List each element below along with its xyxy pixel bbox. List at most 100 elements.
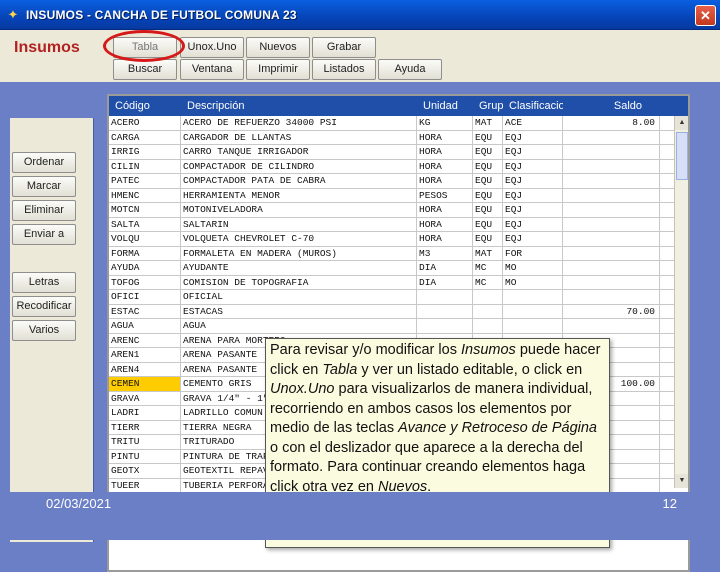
table-cell[interactable]: CARGADOR DE LLANTAS xyxy=(181,130,417,144)
table-cell[interactable]: EQJ xyxy=(503,203,563,217)
table-cell[interactable]: EQU xyxy=(473,159,503,173)
table-cell[interactable] xyxy=(563,319,660,333)
table-cell[interactable]: MOTCN xyxy=(109,203,181,217)
table-cell[interactable]: AREN4 xyxy=(109,362,181,376)
table-cell[interactable]: MO xyxy=(503,261,563,275)
table-cell[interactable]: EQJ xyxy=(503,217,563,231)
table-cell[interactable] xyxy=(563,232,660,246)
table-cell[interactable]: TUEER xyxy=(109,478,181,492)
recodificar-button[interactable]: Recodificar xyxy=(12,296,76,317)
table-cell[interactable]: AREN1 xyxy=(109,348,181,362)
header-descripcion[interactable]: Descripción xyxy=(181,96,417,116)
table-cell[interactable]: HORA xyxy=(417,159,473,173)
buscar-button[interactable]: Buscar xyxy=(113,59,177,80)
table-cell[interactable]: MC xyxy=(473,275,503,289)
table-cell[interactable]: ACERO xyxy=(109,116,181,130)
header-saldo[interactable]: Saldo xyxy=(563,96,660,116)
table-cell[interactable]: COMPACTADOR PATA DE CABRA xyxy=(181,174,417,188)
table-cell[interactable]: CARRO TANQUE IRRIGADOR xyxy=(181,145,417,159)
tabla-button[interactable]: Tabla xyxy=(113,37,177,58)
table-row[interactable]: AYUDA AYUDANTE DIA MC MO xyxy=(109,261,688,276)
letras-button[interactable]: Letras xyxy=(12,272,76,293)
table-cell[interactable]: MO xyxy=(503,275,563,289)
table-cell[interactable]: EQU xyxy=(473,217,503,231)
table-cell[interactable] xyxy=(563,217,660,231)
header-grupo[interactable]: Grupo xyxy=(473,96,503,116)
table-row[interactable]: PATEC COMPACTADOR PATA DE CABRA HORA EQU EQJ xyxy=(109,174,688,189)
table-cell[interactable]: SALTA xyxy=(109,217,181,231)
table-cell[interactable]: EQU xyxy=(473,130,503,144)
table-cell[interactable]: HMENC xyxy=(109,188,181,202)
table-row[interactable]: TOFOG COMISION DE TOPOGRAFIA DIA MC MO xyxy=(109,275,688,290)
table-cell[interactable]: MOTONIVELADORA xyxy=(181,203,417,217)
table-cell[interactable]: SALTARIN xyxy=(181,217,417,231)
table-cell[interactable]: COMISION DE TOPOGRAFIA xyxy=(181,275,417,289)
table-cell[interactable]: LADRI xyxy=(109,406,181,420)
table-cell[interactable]: COMPACTADOR DE CILINDRO xyxy=(181,159,417,173)
scroll-down-icon[interactable]: ▼ xyxy=(675,474,688,488)
unox-uno-button[interactable]: Unox.Uno xyxy=(180,37,244,58)
table-cell[interactable]: HORA xyxy=(417,217,473,231)
table-cell[interactable]: CARGA xyxy=(109,130,181,144)
table-cell[interactable]: EQU xyxy=(473,174,503,188)
table-cell[interactable]: FOR xyxy=(503,246,563,260)
eliminar-button[interactable]: Eliminar xyxy=(12,200,76,221)
nuevos-button[interactable]: Nuevos xyxy=(246,37,310,58)
close-button[interactable]: ✕ xyxy=(695,5,716,26)
table-cell[interactable]: EQJ xyxy=(503,145,563,159)
table-cell[interactable]: ESTAC xyxy=(109,304,181,318)
table-cell[interactable]: HORA xyxy=(417,232,473,246)
table-cell[interactable]: MAT xyxy=(473,246,503,260)
table-cell[interactable]: EQU xyxy=(473,232,503,246)
table-cell[interactable]: PINTU xyxy=(109,449,181,463)
table-cell[interactable]: 8.00 xyxy=(563,116,660,130)
table-cell[interactable]: OFICI xyxy=(109,290,181,304)
table-cell[interactable]: HERRAMIENTA MENOR xyxy=(181,188,417,202)
table-row[interactable]: CILIN COMPACTADOR DE CILINDRO HORA EQU EQJ xyxy=(109,159,688,174)
table-cell[interactable]: EQU xyxy=(473,203,503,217)
table-cell[interactable]: VOLQU xyxy=(109,232,181,246)
table-cell[interactable]: IRRIG xyxy=(109,145,181,159)
table-cell[interactable]: ARENC xyxy=(109,333,181,347)
table-cell[interactable] xyxy=(503,304,563,318)
table-cell[interactable]: 70.00 xyxy=(563,304,660,318)
table-cell[interactable]: CEMEN xyxy=(109,377,181,391)
table-cell[interactable]: AYUDA xyxy=(109,261,181,275)
marcar-button[interactable]: Marcar xyxy=(12,176,76,197)
table-cell[interactable]: AGUA xyxy=(109,319,181,333)
enviar-a-button[interactable]: Enviar a xyxy=(12,224,76,245)
vertical-scrollbar[interactable]: ▲ ▼ xyxy=(674,116,688,488)
scroll-up-icon[interactable]: ▲ xyxy=(675,116,688,130)
table-cell[interactable]: EQU xyxy=(473,188,503,202)
table-cell[interactable]: ACERO DE REFUERZO 34000 PSI xyxy=(181,116,417,130)
table-cell[interactable]: AYUDANTE xyxy=(181,261,417,275)
ordenar-button[interactable]: Ordenar xyxy=(12,152,76,173)
ventana-button[interactable]: Ventana xyxy=(180,59,244,80)
table-cell[interactable]: ACE xyxy=(503,116,563,130)
header-clasificacion[interactable]: Clasificacion xyxy=(503,96,563,116)
table-cell[interactable] xyxy=(563,188,660,202)
table-cell[interactable]: DIA xyxy=(417,275,473,289)
table-cell[interactable] xyxy=(503,290,563,304)
header-codigo[interactable]: Código xyxy=(109,96,181,116)
table-cell[interactable] xyxy=(563,130,660,144)
table-cell[interactable]: EQJ xyxy=(503,188,563,202)
table-cell[interactable]: ESTACAS xyxy=(181,304,417,318)
table-cell[interactable] xyxy=(473,304,503,318)
table-cell[interactable] xyxy=(503,319,563,333)
table-cell[interactable] xyxy=(417,304,473,318)
table-cell[interactable]: KG xyxy=(417,116,473,130)
listados-button[interactable]: Listados xyxy=(312,59,376,80)
header-unidad[interactable]: Unidad xyxy=(417,96,473,116)
table-cell[interactable]: VOLQUETA CHEVROLET C-70 xyxy=(181,232,417,246)
table-cell[interactable]: HORA xyxy=(417,130,473,144)
table-cell[interactable] xyxy=(563,261,660,275)
table-cell[interactable] xyxy=(563,159,660,173)
table-cell[interactable] xyxy=(563,275,660,289)
table-cell[interactable]: AGUA xyxy=(181,319,417,333)
table-cell[interactable]: PATEC xyxy=(109,174,181,188)
scroll-thumb[interactable] xyxy=(676,132,688,180)
varios-button[interactable]: Varios xyxy=(12,320,76,341)
table-cell[interactable] xyxy=(563,145,660,159)
table-cell[interactable]: EQJ xyxy=(503,232,563,246)
